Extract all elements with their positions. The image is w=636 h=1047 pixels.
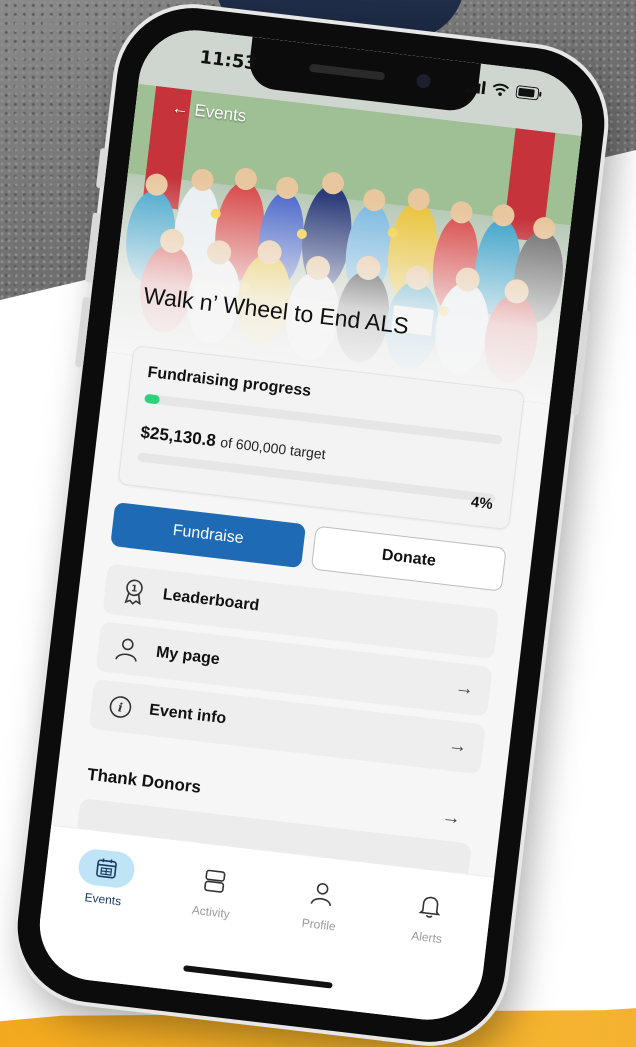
fundraise-button[interactable]: Fundraise: [110, 502, 307, 569]
tab-label: Profile: [301, 915, 337, 934]
stacked-cards-icon: [185, 860, 245, 902]
donate-button[interactable]: Donate: [310, 525, 507, 592]
tab-label: Activity: [191, 902, 231, 922]
app-screen: 11:53 ← Events Walk n’ Wheel to End ALS …: [33, 24, 589, 1026]
svg-text:i: i: [117, 700, 124, 714]
signal-icon: [466, 81, 486, 95]
tab-alerts[interactable]: Alerts: [386, 884, 472, 949]
menu-item-label: Event info: [148, 701, 228, 728]
wifi-icon: [492, 83, 510, 96]
tab-events[interactable]: Events: [62, 846, 148, 911]
thank-donors-label: Thank Donors: [86, 764, 203, 797]
battery-icon: [515, 85, 542, 101]
phone-mockup: 11:53 ← Events Walk n’ Wheel to End ALS …: [9, 0, 613, 1047]
raised-amount: $25,130.8: [139, 422, 217, 451]
svg-text:1: 1: [131, 584, 138, 595]
status-time: 11:53: [198, 46, 258, 75]
arrow-right-icon: →: [440, 806, 462, 830]
person-icon: [292, 873, 352, 915]
menu-item-label: Leaderboard: [161, 586, 261, 615]
progress-fill: [144, 393, 161, 405]
event-menu-list: 1 Leaderboard My page → i Event info →: [88, 563, 500, 783]
power-button: [570, 310, 591, 416]
progress-percent: 4%: [470, 493, 494, 513]
target-text: of 600,000 target: [219, 433, 327, 463]
award-ribbon-icon: 1: [120, 577, 149, 606]
tab-profile[interactable]: Profile: [278, 871, 364, 936]
arrow-right-icon: →: [453, 676, 476, 701]
back-arrow-icon: ←: [170, 97, 190, 119]
tab-activity[interactable]: Activity: [170, 859, 256, 924]
person-icon: [113, 635, 142, 664]
arrow-right-icon: →: [447, 734, 469, 758]
menu-item-label: My page: [155, 643, 221, 669]
tab-label: Events: [83, 890, 122, 909]
status-icons: [466, 79, 543, 101]
home-indicator[interactable]: [183, 965, 333, 989]
bell-icon: [400, 885, 460, 927]
info-icon: i: [106, 693, 135, 722]
calendar-icon: [76, 847, 137, 890]
tab-label: Alerts: [410, 928, 443, 947]
volume-down-button: [74, 296, 92, 368]
